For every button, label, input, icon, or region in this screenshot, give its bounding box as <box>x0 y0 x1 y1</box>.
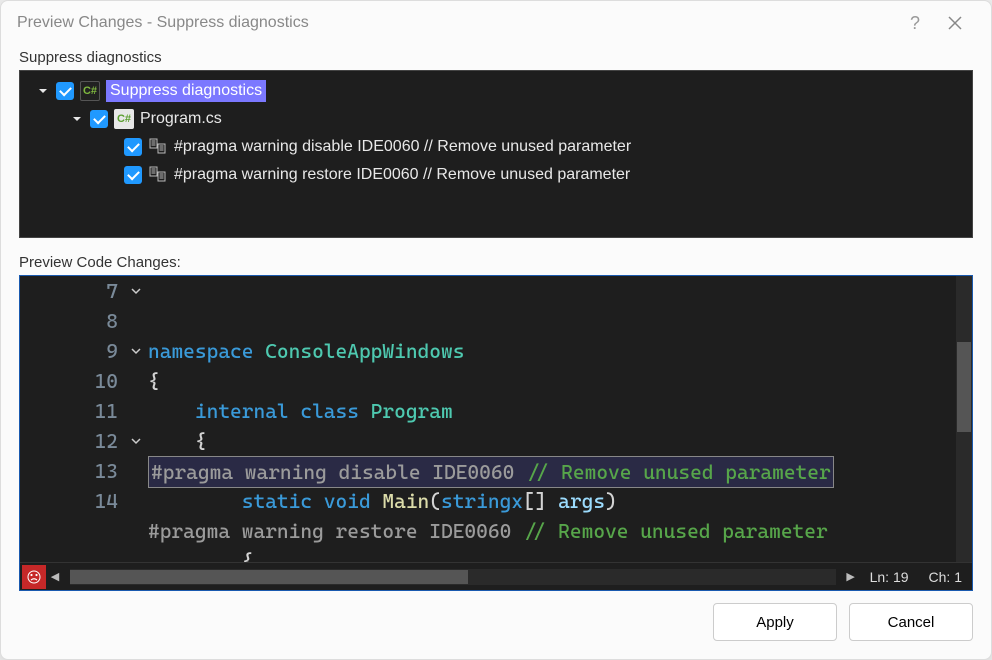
fold-marker <box>124 366 148 396</box>
changes-tree[interactable]: C# Suppress diagnostics C# Program.cs #pragm… <box>19 70 973 238</box>
code-line[interactable]: internal class Program <box>148 396 972 426</box>
hscroll-left-arrow[interactable]: ◀ <box>46 570 64 583</box>
fold-marker <box>124 306 148 336</box>
cursor-col-status: Ch: 1 <box>929 569 962 585</box>
fold-marker <box>124 456 148 486</box>
tree-item-label: #pragma warning restore IDE0060 // Remov… <box>174 166 630 184</box>
tree-section-label: Suppress diagnostics <box>1 45 991 70</box>
file-lines-icon <box>148 165 168 185</box>
preview-changes-dialog: Preview Changes - Suppress diagnostics ?… <box>0 0 992 660</box>
hscroll-right-arrow[interactable]: ▶ <box>842 570 860 583</box>
code-line[interactable]: static void Main(stringx[] args) <box>148 486 972 516</box>
code-footer: ◀ ▶ Ln: 19 Ch: 1 <box>20 562 972 590</box>
line-number: 8 <box>20 306 118 336</box>
dialog-button-row: Apply Cancel <box>1 603 991 659</box>
checkbox[interactable] <box>124 166 142 184</box>
code-line[interactable]: #pragma warning disable IDE0060 // Remov… <box>148 456 972 486</box>
dialog-title: Preview Changes - Suppress diagnostics <box>17 14 895 32</box>
horizontal-scrollbar[interactable] <box>70 569 836 585</box>
help-button[interactable]: ? <box>895 7 935 39</box>
line-number: 7 <box>20 276 118 306</box>
tree-item-label: Program.cs <box>140 110 222 128</box>
line-number: 9 <box>20 336 118 366</box>
fold-marker[interactable] <box>124 276 148 306</box>
line-number-gutter: 7891011121314 <box>20 276 124 562</box>
checkbox[interactable] <box>56 82 74 100</box>
vertical-scrollbar[interactable] <box>956 276 972 562</box>
fold-marker[interactable] <box>124 336 148 366</box>
fold-marker <box>124 396 148 426</box>
line-number: 12 <box>20 426 118 456</box>
close-button[interactable] <box>935 7 975 39</box>
tree-item[interactable]: #pragma warning disable IDE0060 // Remov… <box>24 133 968 161</box>
tree-item[interactable]: C# Program.cs <box>24 105 968 133</box>
checkbox[interactable] <box>124 138 142 156</box>
fold-marker[interactable] <box>124 426 148 456</box>
vertical-scrollbar-thumb[interactable] <box>957 342 971 432</box>
code-section-label: Preview Code Changes: <box>19 250 973 275</box>
error-indicator-icon[interactable] <box>22 565 46 589</box>
fold-column[interactable] <box>124 276 148 562</box>
line-number: 11 <box>20 396 118 426</box>
code-line[interactable]: { <box>148 426 972 456</box>
code-line[interactable]: #pragma warning restore IDE0060 // Remov… <box>148 516 972 546</box>
code-line[interactable]: { <box>148 546 972 562</box>
tree-item[interactable]: #pragma warning restore IDE0060 // Remov… <box>24 161 968 189</box>
csharp-icon: C# <box>114 109 134 129</box>
checkbox[interactable] <box>90 110 108 128</box>
line-number: 13 <box>20 456 118 486</box>
tree-item-label: Suppress diagnostics <box>106 80 266 102</box>
cursor-line-status: Ln: 19 <box>870 569 909 585</box>
code-line[interactable]: namespace ConsoleAppWindows <box>148 336 972 366</box>
apply-button[interactable]: Apply <box>713 603 837 641</box>
titlebar: Preview Changes - Suppress diagnostics ? <box>1 1 991 45</box>
expander-icon[interactable] <box>36 84 50 98</box>
csharp-icon: C# <box>80 81 100 101</box>
expander-icon[interactable] <box>70 112 84 126</box>
code-preview[interactable]: 7891011121314 namespace ConsoleAppWindow… <box>19 275 973 591</box>
cancel-button[interactable]: Cancel <box>849 603 973 641</box>
line-number: 14 <box>20 486 118 516</box>
code-line[interactable]: { <box>148 366 972 396</box>
file-lines-icon <box>148 137 168 157</box>
tree-item-label: #pragma warning disable IDE0060 // Remov… <box>174 138 631 156</box>
line-number: 10 <box>20 366 118 396</box>
horizontal-scrollbar-thumb[interactable] <box>70 570 468 584</box>
tree-item[interactable]: C# Suppress diagnostics <box>24 77 968 105</box>
code-lines[interactable]: namespace ConsoleAppWindows{ internal cl… <box>148 276 972 562</box>
fold-marker <box>124 486 148 516</box>
